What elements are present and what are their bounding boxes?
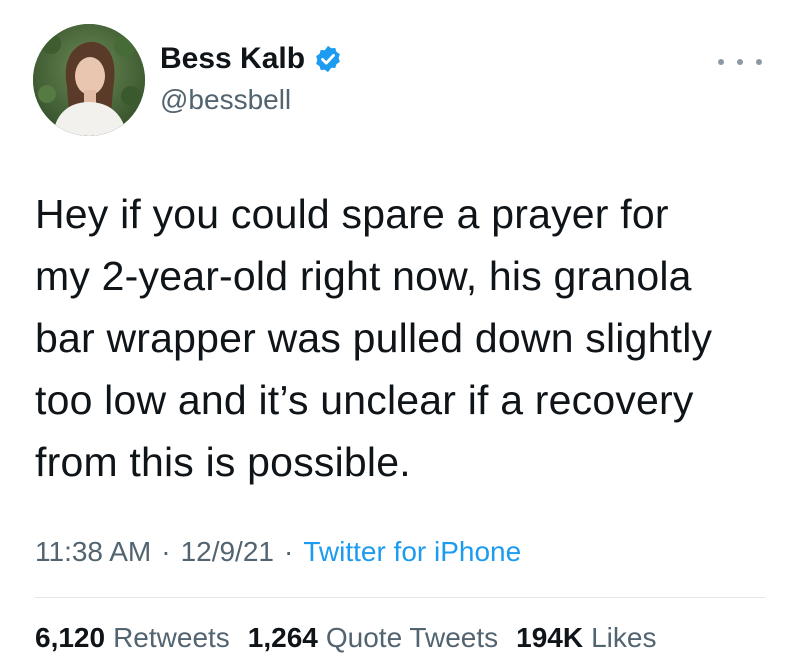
avatar[interactable] <box>33 24 145 136</box>
likes-stat[interactable]: 194K Likes <box>516 622 656 654</box>
quote-tweets-stat[interactable]: 1,264 Quote Tweets <box>248 622 498 654</box>
meta-separator: · <box>161 536 171 567</box>
tweet-time[interactable]: 11:38 AM <box>35 536 151 568</box>
tweet-text-line: Hey if you could spare a prayer for <box>35 191 669 237</box>
author-name-row[interactable]: Bess Kalb <box>160 44 343 74</box>
user-handle[interactable]: @bessbell <box>160 86 291 114</box>
meta-separator: · <box>283 536 294 567</box>
engagement-stats: 6,120 Retweets 1,264 Quote Tweets 194K L… <box>35 622 674 654</box>
retweets-stat[interactable]: 6,120 Retweets <box>35 622 230 654</box>
tweet-text-line: from this is possible. <box>35 439 411 485</box>
tweet-text: Hey if you could spare a prayer for my 2… <box>35 183 780 493</box>
verified-badge-icon <box>313 44 343 74</box>
likes-label: Likes <box>591 622 657 653</box>
tweet-text-line: too low and it’s unclear if a recovery <box>35 377 694 423</box>
tweet-meta: 11:38 AM · 12/9/21 · Twitter for iPhone <box>35 536 521 568</box>
tweet-text-line: my 2-year-old right now, his granola <box>35 253 692 299</box>
likes-count: 194K <box>516 622 584 653</box>
display-name[interactable]: Bess Kalb <box>160 44 305 74</box>
tweet-text-line: bar wrapper was pulled down slightly <box>35 315 713 361</box>
retweets-count: 6,120 <box>35 622 106 653</box>
profile-photo-icon <box>33 24 145 136</box>
quote-tweets-count: 1,264 <box>247 622 318 653</box>
tweet-date[interactable]: 12/9/21 <box>181 536 274 568</box>
retweets-label: Retweets <box>113 622 230 653</box>
quote-tweets-label: Quote Tweets <box>325 622 499 653</box>
tweet-card: Bess Kalb @bessbell Hey if you could spa… <box>0 0 800 666</box>
more-options-icon[interactable] <box>718 52 762 72</box>
tweet-source-link[interactable]: Twitter for iPhone <box>303 536 521 568</box>
divider <box>35 597 765 598</box>
